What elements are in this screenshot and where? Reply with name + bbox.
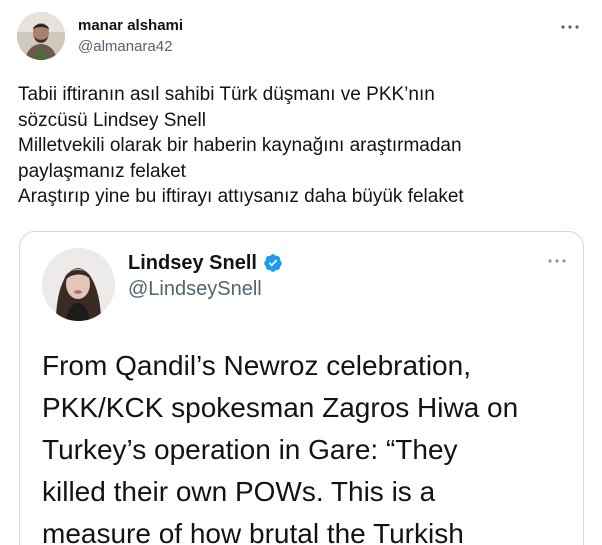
quoted-tweet-card[interactable]: Lindsey Snell @LindseySnell From Qandil’… [19, 231, 584, 545]
quoted-text-line: PKK/KCK spokesman Zagros Hiwa on [42, 392, 519, 423]
author-avatar[interactable] [17, 12, 65, 60]
quoted-handle[interactable]: @LindseySnell [128, 276, 262, 302]
profile-photo-man-icon [17, 12, 65, 60]
quoted-text-line: killed their own POWs. This is a [42, 476, 436, 507]
quoted-text-line: measure of how brutal the Turkish [42, 518, 464, 545]
quoted-text-line: Turkey’s operation in Gare: “They [42, 434, 458, 465]
tweet-text-line: sözcüsü Lindsey Snell [18, 109, 206, 131]
quoted-display-name[interactable]: Lindsey Snell [128, 250, 257, 276]
tweet-text-line: paylaşmanız felaket [18, 160, 186, 182]
tweet-text-line: Tabii iftiranın asıl sahibi Türk düşmanı… [18, 84, 435, 105]
tweet: manar alshami @almanara42 Tabii iftiranı… [0, 0, 602, 545]
tweet-text: Tabii iftiranın asıl sahibi Türk düşmanı… [18, 82, 588, 210]
verified-badge-icon [264, 254, 282, 272]
author-display-name[interactable]: manar alshami [78, 16, 183, 36]
author-handle[interactable]: @almanara42 [78, 37, 172, 57]
quoted-tweet-text: From Qandil’s Newroz celebration, PKK/KC… [42, 345, 577, 545]
quoted-more-options-icon[interactable] [545, 252, 569, 270]
more-options-icon[interactable] [558, 18, 582, 36]
quoted-text-line: From Qandil’s Newroz celebration, [42, 350, 471, 381]
quoted-name-row: Lindsey Snell [128, 250, 283, 276]
tweet-text-line: Araştırıp yine bu iftirayı attıysanız da… [18, 186, 464, 207]
profile-photo-woman-icon [42, 248, 115, 321]
quoted-author-avatar[interactable] [42, 248, 115, 321]
tweet-text-line: Milletvekili olarak bir haberin kaynağın… [18, 135, 462, 156]
